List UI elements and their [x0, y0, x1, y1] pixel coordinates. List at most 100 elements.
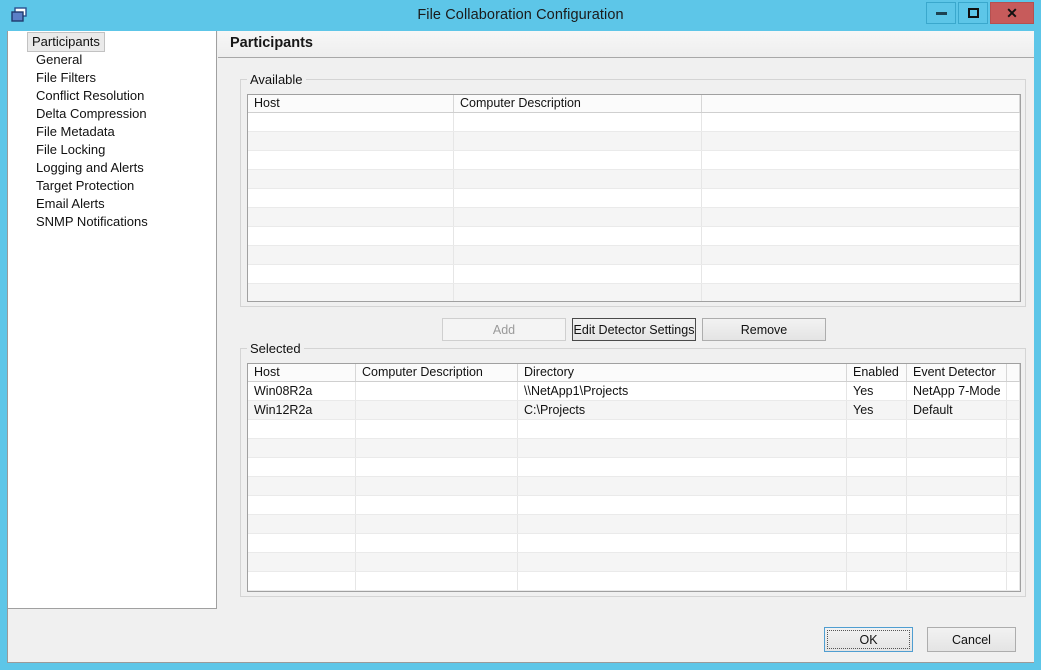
- selected-grid-header: Host Computer Description Directory Enabled…: [248, 364, 1020, 382]
- table-row[interactable]: [248, 572, 1020, 591]
- minimize-icon: [935, 11, 947, 15]
- table-cell: [356, 420, 518, 438]
- column-header[interactable]: Computer Description: [454, 95, 702, 112]
- table-cell: Win12R2a: [248, 401, 356, 419]
- sidebar-item-target-protection[interactable]: Target Protection: [8, 177, 216, 195]
- table-cell: [356, 553, 518, 571]
- table-row[interactable]: [248, 189, 1020, 208]
- sidebar-item-file-filters[interactable]: File Filters: [8, 69, 216, 87]
- sidebar-item-snmp-notifications[interactable]: SNMP Notifications: [8, 213, 216, 231]
- table-cell: [248, 572, 356, 590]
- table-cell: [847, 420, 907, 438]
- title-bar: File Collaboration Configuration ✕: [0, 0, 1041, 31]
- table-cell: [702, 208, 1020, 226]
- sidebar-item-delta-compression[interactable]: Delta Compression: [8, 105, 216, 123]
- table-cell: Yes: [847, 401, 907, 419]
- sidebar-item-label: Logging and Alerts: [36, 160, 144, 175]
- available-grid-body[interactable]: [248, 113, 1020, 301]
- dialog-client-area: Participants General File Filters Conflict …: [7, 31, 1034, 663]
- available-legend: Available: [247, 72, 306, 87]
- table-row[interactable]: [248, 246, 1020, 265]
- dialog-footer: OK Cancel: [8, 609, 1034, 662]
- sidebar-item-label: Conflict Resolution: [36, 88, 145, 103]
- table-row[interactable]: [248, 439, 1020, 458]
- table-cell: [518, 458, 847, 476]
- table-row[interactable]: [248, 113, 1020, 132]
- sidebar-item-file-metadata[interactable]: File Metadata: [8, 123, 216, 141]
- selected-legend: Selected: [247, 341, 304, 356]
- minimize-button[interactable]: [926, 2, 956, 24]
- table-row[interactable]: [248, 151, 1020, 170]
- sidebar-item-label: Email Alerts: [36, 196, 105, 211]
- table-row[interactable]: Win08R2a \\NetApp1\Projects Yes NetApp 7-Mo…: [248, 382, 1020, 401]
- column-header[interactable]: Enabled: [847, 364, 907, 381]
- column-header[interactable]: Host: [248, 364, 356, 381]
- cancel-button[interactable]: Cancel: [927, 627, 1016, 652]
- table-cell: [1007, 515, 1020, 533]
- available-grid[interactable]: Host Computer Description: [247, 94, 1021, 302]
- table-row[interactable]: [248, 132, 1020, 151]
- table-row[interactable]: [248, 208, 1020, 227]
- column-header[interactable]: Computer Description: [356, 364, 518, 381]
- table-cell: [454, 189, 702, 207]
- table-cell: [356, 458, 518, 476]
- table-row[interactable]: [248, 284, 1020, 301]
- table-row[interactable]: [248, 553, 1020, 572]
- table-row[interactable]: [248, 420, 1020, 439]
- table-row[interactable]: [248, 477, 1020, 496]
- table-cell: [702, 170, 1020, 188]
- table-cell: [907, 515, 1007, 533]
- table-cell: \\NetApp1\Projects: [518, 382, 847, 400]
- sidebar-item-logging-and-alerts[interactable]: Logging and Alerts: [8, 159, 216, 177]
- close-button[interactable]: ✕: [990, 2, 1034, 24]
- settings-nav-list[interactable]: Participants General File Filters Conflict …: [8, 31, 217, 609]
- table-row[interactable]: [248, 496, 1020, 515]
- window-controls: ✕: [926, 2, 1034, 24]
- table-cell: [907, 496, 1007, 514]
- table-cell: [454, 265, 702, 283]
- table-cell: C:\Projects: [518, 401, 847, 419]
- column-header[interactable]: [1007, 364, 1020, 381]
- table-row[interactable]: [248, 458, 1020, 477]
- sidebar-item-participants[interactable]: Participants: [8, 32, 216, 52]
- maximize-button[interactable]: [958, 2, 988, 24]
- sidebar-item-file-locking[interactable]: File Locking: [8, 141, 216, 159]
- selected-grid-body[interactable]: Win08R2a \\NetApp1\Projects Yes NetApp 7-Mo…: [248, 382, 1020, 591]
- table-cell: [518, 420, 847, 438]
- column-header[interactable]: [702, 95, 1020, 112]
- remove-button[interactable]: Remove: [702, 318, 826, 341]
- column-header[interactable]: Host: [248, 95, 454, 112]
- table-row[interactable]: [248, 170, 1020, 189]
- table-cell: Yes: [847, 382, 907, 400]
- table-cell: [356, 515, 518, 533]
- selected-grid[interactable]: Host Computer Description Directory Enabled…: [247, 363, 1021, 592]
- table-cell: [248, 496, 356, 514]
- add-button[interactable]: Add: [442, 318, 566, 341]
- table-row[interactable]: [248, 534, 1020, 553]
- table-row[interactable]: [248, 227, 1020, 246]
- column-header[interactable]: Event Detector: [907, 364, 1007, 381]
- table-cell: [1007, 458, 1020, 476]
- sidebar-item-label: Participants: [27, 32, 105, 52]
- table-cell: [1007, 477, 1020, 495]
- sidebar-item-conflict-resolution[interactable]: Conflict Resolution: [8, 87, 216, 105]
- sidebar-item-email-alerts[interactable]: Email Alerts: [8, 195, 216, 213]
- table-cell: [847, 553, 907, 571]
- table-cell: [248, 515, 356, 533]
- table-cell: [518, 496, 847, 514]
- table-row[interactable]: [248, 515, 1020, 534]
- sidebar-item-label: File Locking: [36, 142, 106, 157]
- table-cell: [847, 515, 907, 533]
- edit-detector-settings-button[interactable]: Edit Detector Settings: [572, 318, 696, 341]
- table-row[interactable]: Win12R2a C:\Projects Yes Default: [248, 401, 1020, 420]
- sidebar-item-label: File Filters: [36, 70, 96, 85]
- ok-button[interactable]: OK: [824, 627, 913, 652]
- available-grid-header: Host Computer Description: [248, 95, 1020, 113]
- table-row[interactable]: [248, 265, 1020, 284]
- selected-group: Selected Host Computer Description Directo…: [240, 341, 1026, 597]
- table-cell: [454, 208, 702, 226]
- table-cell: [702, 227, 1020, 245]
- column-header[interactable]: Directory: [518, 364, 847, 381]
- pane-header: Participants: [218, 31, 1034, 58]
- sidebar-item-general[interactable]: General: [8, 51, 216, 69]
